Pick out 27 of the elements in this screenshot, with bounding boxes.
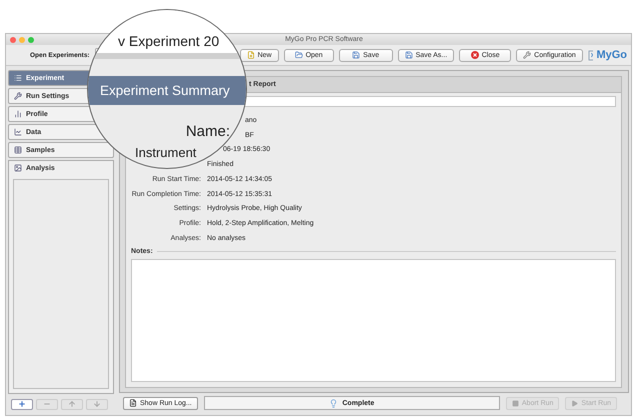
lightbulb-icon <box>329 398 338 408</box>
stop-icon <box>512 400 519 406</box>
experiment-title: v Experiment 20 <box>118 34 220 48</box>
notes-field[interactable] <box>131 259 616 382</box>
logo: MyGo <box>596 49 627 61</box>
minimize-window-icon[interactable] <box>19 36 25 42</box>
field-label: Name: <box>186 124 230 139</box>
arrow-down-icon <box>93 400 101 408</box>
zoom-window-icon[interactable] <box>28 36 34 42</box>
wrench-icon <box>523 51 532 59</box>
add-button[interactable] <box>11 398 33 410</box>
field-label: Instrument <box>135 146 196 159</box>
close-icon <box>470 51 479 59</box>
wrench-icon <box>14 92 22 100</box>
folder-icon <box>294 51 303 59</box>
line-chart-icon <box>14 128 22 136</box>
list-icon <box>14 74 22 82</box>
arrow-up-icon <box>68 400 76 408</box>
play-icon <box>571 400 578 406</box>
bar-chart-icon <box>14 110 22 118</box>
plus-icon <box>18 400 26 408</box>
logo-bracket-icon <box>588 50 594 60</box>
document-icon <box>129 399 137 407</box>
table-icon <box>14 146 22 154</box>
close-window-icon[interactable] <box>10 36 16 42</box>
picture-icon <box>14 164 22 172</box>
new-file-icon <box>246 51 255 59</box>
